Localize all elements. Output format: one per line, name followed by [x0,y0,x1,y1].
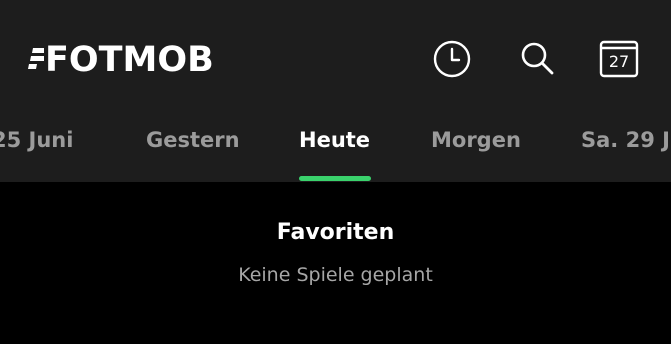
clock-icon [433,40,471,78]
tab-25-juni[interactable]: 25 Juni [0,124,73,156]
favorites-title: Favoriten [276,220,395,245]
fotmob-logo[interactable]: FOTMOB [28,40,214,80]
top-header: FOTMOB 27 25 Juni Gestern Heute Morgen S… [0,0,671,182]
favorites-empty-message: Keine Spiele geplant [238,264,433,286]
calendar-day-number: 27 [608,52,630,71]
tab-morgen[interactable]: Morgen [431,124,521,156]
tab-heute[interactable]: Heute [299,124,370,156]
calendar-button[interactable]: 27 [599,39,639,79]
active-tab-indicator [299,176,371,181]
app-screen: FOTMOB 27 25 Juni Gestern Heute Morgen S… [0,0,671,344]
history-button[interactable] [432,39,472,79]
logo-mark-icon [28,48,44,69]
tab-gestern[interactable]: Gestern [146,124,240,156]
logo-text: FOTMOB [45,40,214,80]
tab-sa-29-juni[interactable]: Sa. 29 Juni [581,124,671,156]
search-icon [521,42,554,75]
search-button[interactable] [517,39,557,79]
